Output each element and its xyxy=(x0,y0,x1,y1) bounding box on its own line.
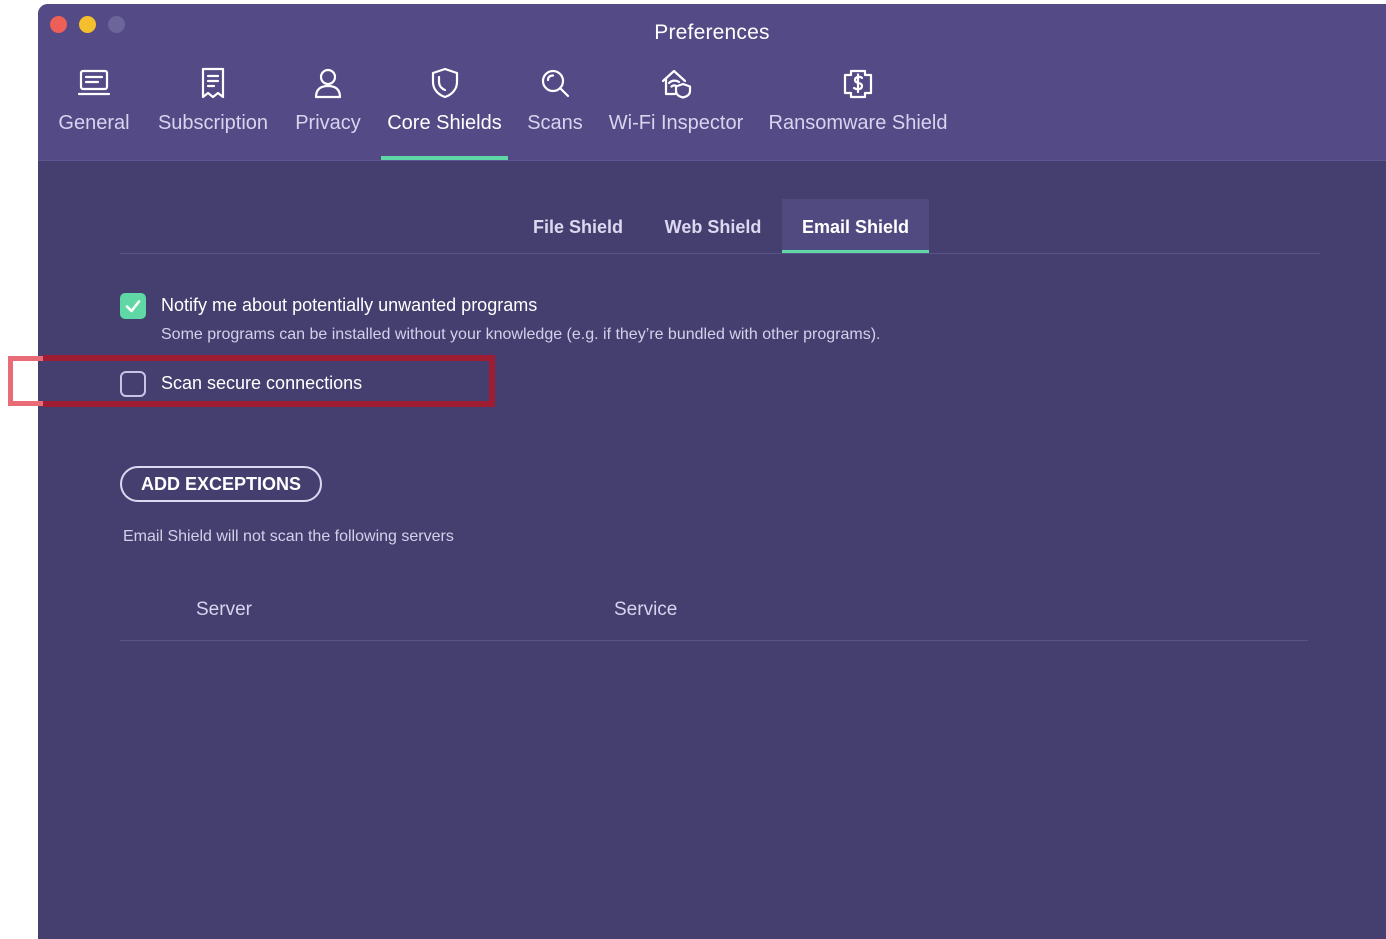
tab-general-label: General xyxy=(58,112,130,134)
shield-subtabs: File Shield Web Shield Email Shield xyxy=(120,199,1320,254)
title-bar: Preferences General Subscription Privacy… xyxy=(38,4,1386,161)
monitor-icon xyxy=(77,66,111,100)
person-icon xyxy=(311,66,345,100)
add-exceptions-button[interactable]: ADD EXCEPTIONS xyxy=(120,466,322,502)
tab-wifi-inspector[interactable]: Wi-Fi Inspector xyxy=(604,60,748,160)
tab-ransomware-shield[interactable]: Ransomware Shield xyxy=(764,60,952,160)
tab-subscription-label: Subscription xyxy=(157,112,269,134)
tab-scans[interactable]: Scans xyxy=(522,60,588,160)
tab-privacy-label: Privacy xyxy=(295,112,361,134)
scan-secure-connections-label: Scan secure connections xyxy=(161,373,363,393)
window-title: Preferences xyxy=(654,21,770,44)
pup-checkbox[interactable] xyxy=(120,293,146,319)
pup-option-label: Notify me about potentially unwanted pro… xyxy=(161,295,538,315)
tab-core-shields-label: Core Shields xyxy=(387,112,502,134)
tab-subscription[interactable]: Subscription xyxy=(152,60,274,160)
preferences-window: Preferences General Subscription Privacy… xyxy=(38,4,1386,939)
exceptions-note: Email Shield will not scan the following… xyxy=(123,528,454,545)
shield-icon xyxy=(428,66,462,100)
column-server[interactable]: Server xyxy=(196,599,252,621)
tab-core-shields[interactable]: Core Shields xyxy=(381,60,508,160)
tab-scans-label: Scans xyxy=(527,112,583,134)
scan-secure-connections-checkbox[interactable] xyxy=(120,371,146,397)
exceptions-table-header: Server Service xyxy=(120,584,1308,641)
active-tab-indicator xyxy=(381,156,508,160)
dollar-shield-icon xyxy=(841,66,875,100)
receipt-icon xyxy=(196,66,230,100)
subtab-email-shield-label: Email Shield xyxy=(801,217,910,237)
column-service[interactable]: Service xyxy=(614,599,677,621)
subtab-web-shield[interactable]: Web Shield xyxy=(648,199,778,252)
tab-wifi-inspector-label: Wi-Fi Inspector xyxy=(608,112,744,134)
tab-general[interactable]: General xyxy=(52,60,136,160)
subtab-file-shield[interactable]: File Shield xyxy=(518,199,638,252)
tab-ransomware-shield-label: Ransomware Shield xyxy=(768,112,948,134)
wifi-house-icon xyxy=(659,66,693,100)
subtab-email-shield[interactable]: Email Shield xyxy=(782,199,929,253)
pup-option-description: Some programs can be installed without y… xyxy=(161,326,881,343)
search-icon xyxy=(538,66,572,100)
tab-privacy[interactable]: Privacy xyxy=(290,60,366,160)
active-subtab-indicator xyxy=(782,250,929,253)
